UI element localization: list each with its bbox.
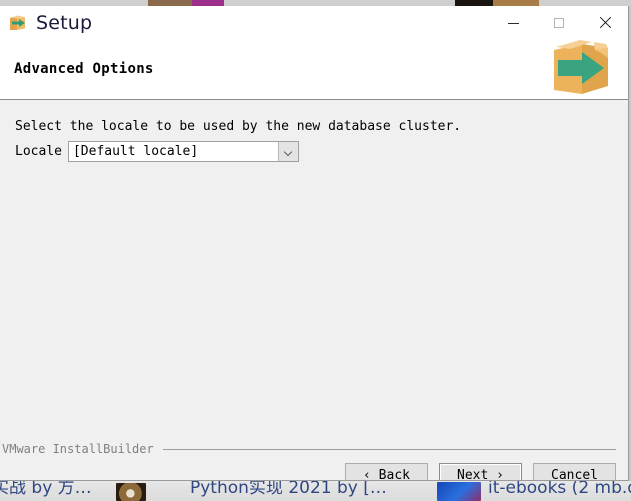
locale-selected-value: [Default locale] <box>72 144 199 159</box>
background-label: it-ebooks (2 mb.d <box>488 481 631 498</box>
setup-dialog-window: Setup Advanced Options Select the locale… <box>0 6 629 481</box>
background-label: 实战 by 方… <box>0 481 92 498</box>
install-box-arrow-icon <box>8 13 28 33</box>
locale-label: Locale <box>15 144 62 159</box>
background-item-icon <box>116 483 146 501</box>
page-title: Advanced Options <box>14 61 154 77</box>
brand-row: VMware InstallBuilder <box>0 442 628 456</box>
dialog-button-row: ‹ Back Next › Cancel <box>345 463 616 480</box>
next-button[interactable]: Next › <box>439 463 522 480</box>
maximize-icon <box>554 18 564 28</box>
installbuilder-box-arrow-logo <box>548 34 616 100</box>
background-strip-bottom: 实战 by 方… Python实现 2021 by [… it-ebooks (… <box>0 481 631 501</box>
minimize-button[interactable] <box>490 6 536 40</box>
header-band: Advanced Options <box>0 40 628 100</box>
locale-select[interactable]: [Default locale] <box>67 141 299 162</box>
footer-area: VMware InstallBuilder ‹ Back Next › Canc… <box>0 438 628 480</box>
locale-row: Locale [Default locale] <box>15 141 299 162</box>
background-item-icon <box>437 482 481 501</box>
cancel-button[interactable]: Cancel <box>533 463 616 480</box>
content-area: Select the locale to be used by the new … <box>0 100 628 438</box>
back-button[interactable]: ‹ Back <box>345 463 428 480</box>
chevron-down-icon <box>285 148 292 155</box>
background-label: Python实现 2021 by [… <box>190 481 387 498</box>
brand-divider <box>162 448 616 450</box>
window-title: Setup <box>36 12 93 34</box>
brand-label: VMware InstallBuilder <box>2 442 154 456</box>
title-bar[interactable]: Setup <box>0 6 628 40</box>
locale-dropdown-button[interactable] <box>277 142 298 161</box>
instruction-text: Select the locale to be used by the new … <box>15 119 462 134</box>
minimize-icon <box>507 22 519 24</box>
close-icon <box>599 17 611 29</box>
